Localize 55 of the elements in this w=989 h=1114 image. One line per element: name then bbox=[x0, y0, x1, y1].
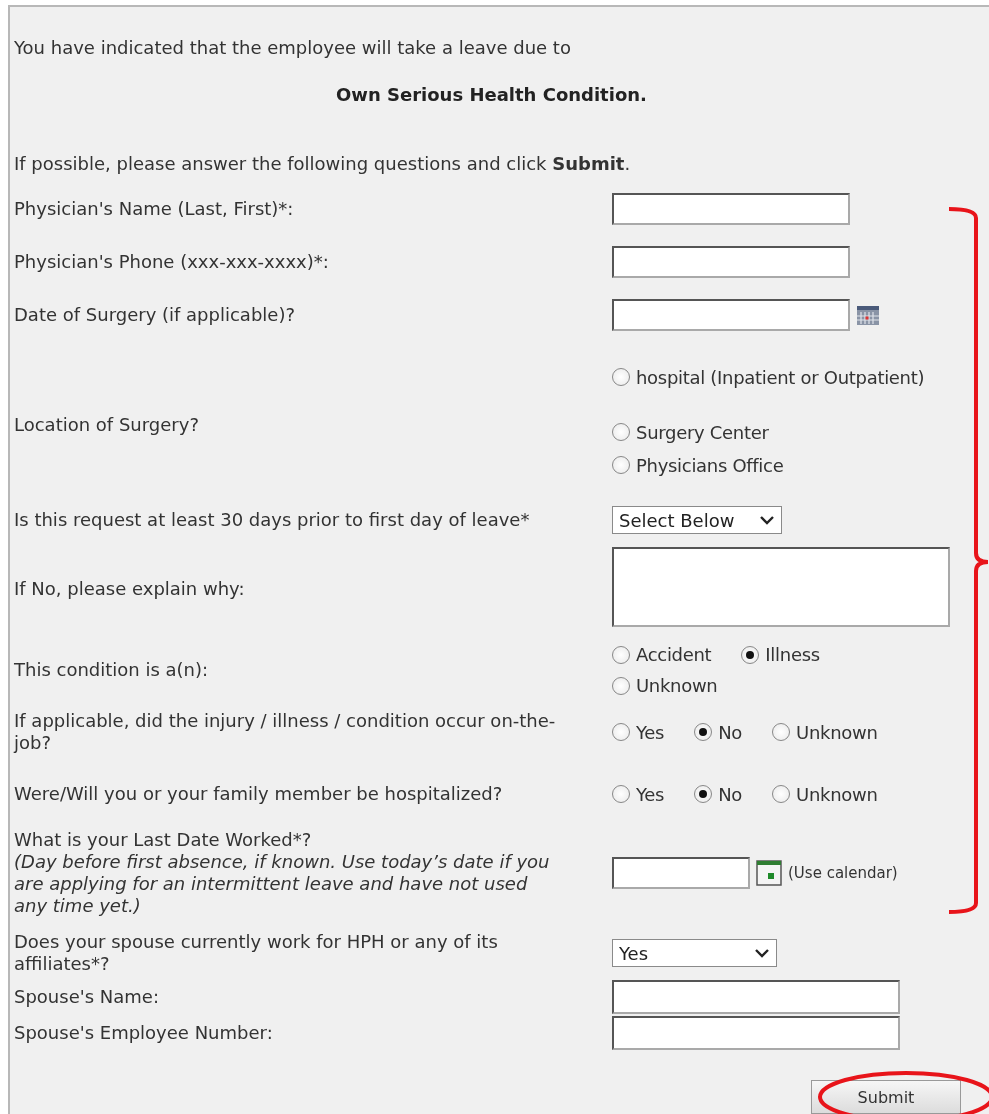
leave-reason: Own Serious Health Condition. bbox=[336, 84, 648, 105]
field-label: Physician's Phone (xxx-xxx-xxxx)*: bbox=[14, 250, 330, 273]
radio-button[interactable] bbox=[741, 645, 760, 664]
field-label: Were/Will you or your family member be hospitalized? bbox=[14, 783, 504, 805]
field-label: What is your Last Date Worked*? bbox=[14, 829, 313, 851]
radio-button[interactable] bbox=[612, 723, 630, 741]
calendar-hint: (Use calendar) bbox=[788, 864, 898, 882]
radio-button[interactable] bbox=[772, 785, 791, 803]
select-dropdown[interactable]: Yes bbox=[612, 939, 777, 967]
option-label: No bbox=[718, 721, 743, 743]
instruction-text: If possible, please answer the following questions and click Submit. bbox=[14, 153, 632, 174]
field-label: This condition is a(n): bbox=[14, 659, 210, 681]
text-area[interactable] bbox=[612, 547, 950, 627]
field-label: If No, please explain why: bbox=[14, 578, 246, 600]
field-label: Date of Surgery (if applicable)? bbox=[14, 303, 296, 326]
text-field[interactable] bbox=[612, 1016, 900, 1050]
intro-text: You have indicated that the employee will take a leave due to bbox=[14, 37, 572, 58]
select-dropdown[interactable]: Select Below bbox=[612, 506, 782, 534]
option-label: Unknown bbox=[796, 721, 878, 743]
chevron-icon bbox=[759, 515, 775, 525]
radio-button[interactable] bbox=[612, 423, 630, 441]
option-label: Unknown bbox=[796, 783, 878, 805]
option-label: Illness bbox=[765, 644, 820, 665]
option-label: Unknown bbox=[636, 675, 718, 696]
date-field[interactable] bbox=[612, 298, 850, 331]
field-label: Does your spouse currently work for HPH or any of its affiliates*? bbox=[14, 931, 499, 975]
option-label: Yes bbox=[636, 783, 665, 805]
radio-button[interactable] bbox=[772, 723, 791, 741]
option-label: Accident bbox=[636, 644, 712, 665]
option-label: Physicians Office bbox=[636, 454, 784, 476]
option-label: Surgery Center bbox=[636, 421, 769, 443]
text-field[interactable] bbox=[612, 980, 900, 1014]
field-label: If applicable, did the injury / illness / condition occur on-the-job? bbox=[14, 710, 557, 754]
chevron-icon bbox=[754, 948, 770, 958]
field-note: (Day before first absence, if known. Use today’s date if you are applying for an intermittent leave and have not used any time yet.) bbox=[14, 851, 551, 917]
date-field[interactable] bbox=[612, 857, 750, 889]
radio-button[interactable] bbox=[612, 645, 630, 664]
radio-button[interactable] bbox=[612, 368, 630, 386]
radio-button[interactable] bbox=[612, 676, 630, 695]
radio-button[interactable] bbox=[694, 723, 713, 741]
option-label: hospital (Inpatient or Outpatient) bbox=[636, 366, 925, 388]
text-field[interactable] bbox=[612, 245, 850, 278]
field-label: Location of Surgery? bbox=[14, 414, 200, 436]
calendar-icon[interactable] bbox=[756, 860, 782, 886]
option-label: Yes bbox=[636, 721, 665, 743]
radio-button[interactable] bbox=[612, 785, 630, 803]
radio-button[interactable] bbox=[694, 785, 713, 803]
text-field[interactable] bbox=[612, 192, 850, 225]
field-label: Physician's Name (Last, First)*: bbox=[14, 197, 295, 220]
submit-button[interactable]: Submit bbox=[811, 1080, 961, 1114]
option-label: No bbox=[718, 783, 743, 805]
radio-button[interactable] bbox=[612, 456, 630, 474]
field-label: Spouse's Employee Number: bbox=[14, 1022, 274, 1044]
field-label: Spouse's Name: bbox=[14, 986, 160, 1008]
field-label: Is this request at least 30 days prior to first day of leave* bbox=[14, 509, 531, 531]
